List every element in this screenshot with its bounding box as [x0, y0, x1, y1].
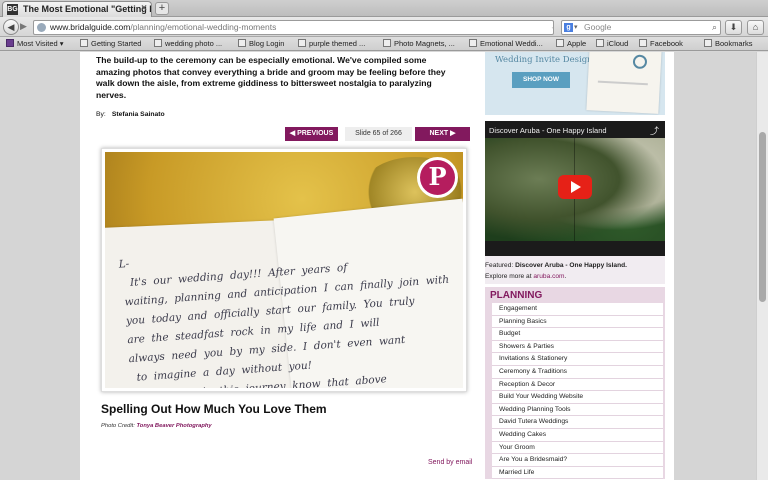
photographer-link[interactable]: Tonya Beaver Photography: [136, 423, 211, 429]
chevron-down-icon[interactable]: ▾: [574, 21, 578, 34]
planning-item-tools[interactable]: Wedding Planning Tools: [492, 403, 663, 417]
video-title[interactable]: Discover Aruba - One Happy Island: [489, 126, 607, 135]
planning-item-david-tutera[interactable]: David Tutera Weddings: [492, 416, 663, 429]
planning-item-ceremony[interactable]: Ceremony & Traditions: [492, 365, 663, 379]
page-icon: [298, 39, 306, 47]
bookmark-facebook[interactable]: Facebook: [639, 39, 683, 48]
bookmark-folder-icon: [6, 39, 14, 47]
page-icon: [238, 39, 246, 47]
page-icon: [469, 39, 477, 47]
featured-label: Featured:: [485, 262, 514, 269]
page-icon: [383, 39, 391, 47]
play-icon[interactable]: [558, 175, 592, 199]
bookmark-wedding-photo[interactable]: wedding photo ...: [154, 39, 222, 48]
explore-text: Explore more at: [485, 273, 532, 280]
search-engine-icon[interactable]: g: [564, 23, 573, 32]
aruba-link[interactable]: aruba.com: [533, 273, 564, 280]
page-icon: [154, 39, 162, 47]
photo-credit: Photo Credit: Tonya Beaver Photography: [101, 423, 212, 429]
slideshow-pager: ◀ PREVIOUS Slide 65 of 266 NEXT ▶: [285, 127, 470, 141]
search-icon[interactable]: ⌕: [712, 21, 717, 34]
featured-line: Featured: Discover Aruba - One Happy Isl…: [485, 260, 665, 271]
slide-photo[interactable]: L- It's our wedding day!!! After years o…: [105, 152, 463, 388]
bookmark-apple[interactable]: Apple: [556, 39, 586, 48]
browser-tab[interactable]: BG The Most Emotional "Getting Re... ×: [2, 1, 152, 17]
send-by-email-link[interactable]: Send by email: [428, 459, 472, 466]
tab-strip: BG The Most Emotional "Getting Re... × +: [0, 0, 768, 17]
planning-heading: PLANNING: [490, 290, 543, 301]
photo-credit-label: Photo Credit:: [101, 423, 135, 429]
planning-item-budget[interactable]: Budget: [492, 328, 663, 341]
invite-ad[interactable]: Wedding Invite Designs SHOP NOW: [485, 52, 665, 115]
bookmarks-menu[interactable]: Bookmarks: [704, 39, 753, 48]
invitation-card-image: [586, 52, 662, 114]
page-icon: [596, 39, 604, 47]
bookmarks-toolbar: Most Visited ▾ Getting Started wedding p…: [0, 37, 768, 51]
bookmark-blog-login[interactable]: Blog Login: [238, 39, 284, 48]
author-name: Stefania Sainato: [111, 111, 165, 118]
bookmark-icloud[interactable]: iCloud: [596, 39, 628, 48]
download-icon[interactable]: ⬇: [725, 20, 742, 35]
planning-item-married-life[interactable]: Married Life: [492, 466, 663, 480]
page-content: The build-up to the ceremony can be espe…: [80, 52, 674, 480]
bookmarks-icon: [704, 39, 712, 47]
planning-item-planning-basics[interactable]: Planning Basics: [492, 315, 663, 329]
planning-item-website[interactable]: Build Your Wedding Website: [492, 391, 663, 404]
planning-menu: PLANNING Engagement Planning Basics Budg…: [485, 287, 665, 480]
bookmark-emotional-weddings[interactable]: Emotional Weddi...: [469, 39, 543, 48]
slide-counter: Slide 65 of 266: [345, 127, 412, 141]
ad-title: Wedding Invite Designs: [495, 55, 597, 65]
bookmark-getting-started[interactable]: Getting Started: [80, 39, 141, 48]
search-input[interactable]: g ▾ Google ⌕: [561, 20, 721, 35]
pinterest-icon[interactable]: P: [417, 157, 458, 198]
planning-item-reception[interactable]: Reception & Decor: [492, 378, 663, 392]
site-identity-icon: [37, 23, 46, 32]
forward-icon[interactable]: ▶: [20, 21, 32, 33]
new-tab-button[interactable]: +: [155, 2, 169, 15]
star-icon[interactable]: ☆: [551, 23, 553, 34]
handwritten-note: L- It's our wedding day!!! After years o…: [118, 257, 450, 388]
slide-caption-title: Spelling Out How Much You Love Them: [101, 402, 327, 416]
scrollbar-thumb[interactable]: [759, 132, 766, 302]
bookmark-purple-themed[interactable]: purple themed ...: [298, 39, 365, 48]
byline: By: Stefania Sainato: [96, 111, 165, 118]
planning-item-showers-parties[interactable]: Showers & Parties: [492, 340, 663, 354]
url-host: www.bridalguide.com: [50, 22, 131, 32]
back-icon[interactable]: ◀: [3, 19, 19, 35]
planning-item-cakes[interactable]: Wedding Cakes: [492, 428, 663, 442]
page-icon: [80, 39, 88, 47]
next-button[interactable]: NEXT ▶: [415, 127, 470, 141]
explore-line: Explore more at aruba.com.: [485, 273, 567, 280]
bookmark-photo-magnets[interactable]: Photo Magnets, ...: [383, 39, 455, 48]
byline-label: By:: [96, 111, 106, 118]
featured-title: Discover Aruba - One Happy Island.: [515, 262, 627, 269]
previous-button[interactable]: ◀ PREVIOUS: [285, 127, 338, 141]
close-tab-icon[interactable]: ×: [141, 3, 147, 14]
video-player[interactable]: Discover Aruba - One Happy Island ⤴: [485, 121, 665, 256]
tab-title: The Most Emotional "Getting Re...: [23, 4, 151, 14]
planning-item-groom[interactable]: Your Groom: [492, 441, 663, 455]
planning-item-bridesmaid[interactable]: Are You a Bridesmaid?: [492, 454, 663, 467]
home-icon[interactable]: ⌂: [747, 20, 764, 35]
planning-item-invitations[interactable]: Invitations & Stationery: [492, 353, 663, 366]
page-icon: [556, 39, 564, 47]
url-path: /planning/emotional-wedding-moments: [130, 22, 277, 32]
page-scrollbar[interactable]: [756, 52, 768, 480]
navigation-toolbar: ◀ ▶ www.bridalguide.com/planning/emotion…: [0, 17, 768, 37]
share-icon[interactable]: ⤴: [650, 124, 659, 137]
page-icon: [639, 39, 647, 47]
shop-now-button[interactable]: SHOP NOW: [512, 72, 570, 88]
search-placeholder: Google: [584, 22, 612, 32]
article-intro: The build-up to the ceremony can be espe…: [96, 55, 446, 100]
address-bar[interactable]: www.bridalguide.com/planning/emotional-w…: [33, 20, 554, 35]
planning-item-engagement[interactable]: Engagement: [492, 303, 663, 316]
site-favicon-icon: BG: [7, 4, 18, 15]
slide-photo-frame: L- It's our wedding day!!! After years o…: [101, 148, 467, 392]
featured-blurb: Featured: Discover Aruba - One Happy Isl…: [485, 256, 665, 284]
bookmark-most-visited[interactable]: Most Visited ▾: [6, 39, 64, 48]
